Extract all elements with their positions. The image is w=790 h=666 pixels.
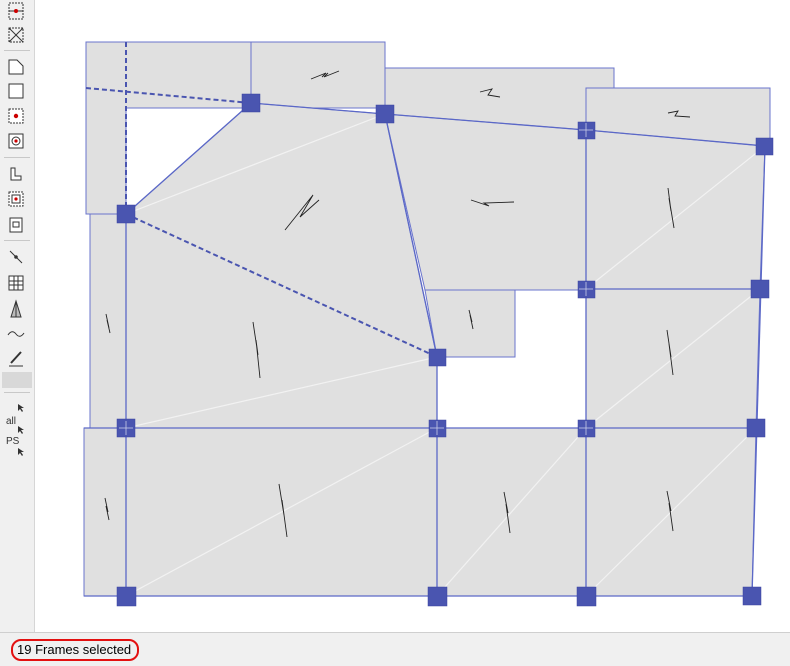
joint-node bbox=[750, 279, 770, 299]
select-cross-icon[interactable] bbox=[5, 24, 27, 46]
point-snap-icon[interactable] bbox=[5, 105, 27, 127]
select-ps-label[interactable]: PS bbox=[6, 437, 19, 447]
toolbar-spacer bbox=[2, 372, 32, 388]
slab-area bbox=[585, 129, 766, 290]
selection-status-text: 19 Frames selected bbox=[11, 639, 140, 661]
status-bar: 19 Frames selected bbox=[0, 632, 790, 666]
draw-polygon-icon[interactable] bbox=[5, 56, 27, 78]
line-node-icon[interactable] bbox=[5, 246, 27, 268]
square-point-icon[interactable] bbox=[5, 214, 27, 236]
center-point-icon[interactable] bbox=[5, 130, 27, 152]
joint-node bbox=[427, 586, 448, 607]
joint-node bbox=[116, 204, 136, 224]
slab-area bbox=[89, 213, 127, 429]
joint-node bbox=[577, 419, 596, 438]
select-frame-icon[interactable] bbox=[5, 0, 27, 22]
cursor-icon bbox=[17, 447, 27, 457]
joint-node bbox=[375, 104, 395, 124]
joint-node bbox=[428, 348, 447, 367]
slab-area bbox=[83, 427, 438, 597]
pen-icon[interactable] bbox=[5, 347, 27, 369]
joint-node bbox=[116, 586, 137, 607]
slab-area bbox=[250, 41, 386, 109]
frame-point-icon[interactable] bbox=[5, 188, 27, 210]
corner-line-icon[interactable] bbox=[5, 163, 27, 185]
select-all-label[interactable]: all bbox=[6, 417, 16, 427]
plan-drawing[interactable] bbox=[35, 0, 790, 632]
model-plan-view[interactable] bbox=[35, 0, 790, 632]
grid-icon[interactable] bbox=[5, 272, 27, 294]
joint-node bbox=[742, 586, 762, 606]
joint-node bbox=[755, 137, 774, 156]
cursor-icon bbox=[17, 425, 27, 435]
left-toolbar: all PS bbox=[0, 0, 35, 632]
cursor-icon bbox=[17, 403, 27, 413]
tower-icon[interactable] bbox=[5, 298, 27, 320]
wave-icon[interactable] bbox=[5, 322, 27, 344]
joint-node bbox=[746, 418, 766, 438]
joint-node bbox=[576, 586, 597, 607]
slab-area bbox=[424, 289, 516, 358]
joint-node bbox=[577, 121, 596, 140]
draw-rectangle-icon[interactable] bbox=[5, 80, 27, 102]
joint-node bbox=[428, 419, 447, 438]
joint-node bbox=[241, 93, 261, 113]
joint-node bbox=[577, 280, 596, 299]
slab-area bbox=[125, 102, 438, 429]
